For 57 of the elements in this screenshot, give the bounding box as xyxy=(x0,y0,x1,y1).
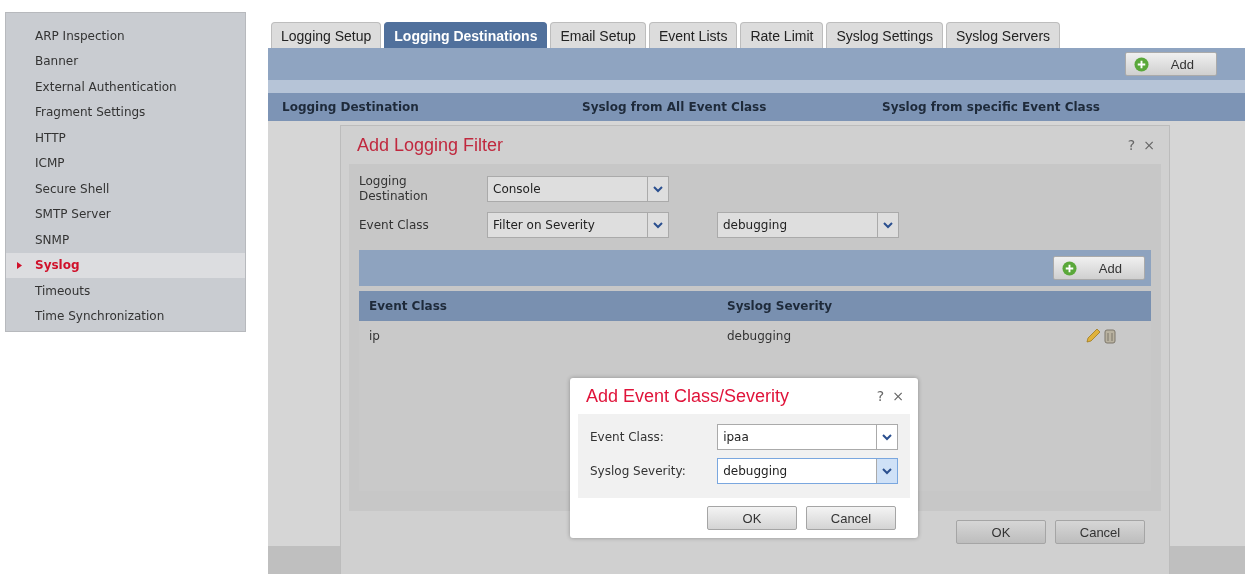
tab[interactable]: Syslog Settings xyxy=(826,22,943,48)
dropdown[interactable]: Console xyxy=(487,176,669,202)
dialog-title: Add Event Class/Severity xyxy=(586,385,791,407)
column-header: Logging Destination xyxy=(281,100,420,114)
help-button[interactable]: ? xyxy=(876,388,885,404)
plus-circle-icon xyxy=(1133,56,1149,72)
sidebar-item[interactable]: SNMP xyxy=(6,227,245,253)
sidebar-item[interactable]: Fragment Settings xyxy=(6,99,245,125)
dialog-button[interactable]: OK xyxy=(956,520,1046,544)
chevron-down-icon xyxy=(883,221,893,229)
add-button[interactable]: Add xyxy=(1124,52,1217,76)
dialog-button[interactable]: Cancel xyxy=(1055,520,1145,544)
dialog-title: Add Logging Filter xyxy=(357,134,505,156)
tab[interactable]: Logging Destinations xyxy=(384,22,548,48)
sidebar-item[interactable]: HTTP xyxy=(6,125,245,151)
pencil-icon[interactable] xyxy=(1085,328,1101,344)
table-cell-text: ip xyxy=(368,329,381,343)
chevron-down-icon xyxy=(653,221,663,229)
tab[interactable]: Syslog Servers xyxy=(945,22,1061,48)
plus-circle-icon xyxy=(1061,260,1077,276)
sidebar-item[interactable]: Time Synchronization xyxy=(6,303,245,329)
tab[interactable]: Event Lists xyxy=(648,22,738,48)
column-header: Event Class xyxy=(368,299,448,313)
sidebar-item[interactable]: Banner xyxy=(6,48,245,74)
chevron-down-icon xyxy=(653,185,663,193)
close-button[interactable]: × xyxy=(892,388,904,404)
field-label: Event Class xyxy=(359,217,430,233)
dialog-button[interactable]: Cancel xyxy=(806,506,896,530)
dropdown[interactable]: ipaa xyxy=(717,424,898,450)
field-label: Event Class: xyxy=(590,429,665,445)
column-header: Syslog from specific Event Class xyxy=(881,100,1101,114)
field-label: Logging Destination xyxy=(359,174,429,204)
add-button[interactable]: Add xyxy=(1052,256,1145,280)
sidebar-item[interactable]: Secure Shell xyxy=(6,176,245,202)
chevron-down-icon xyxy=(882,433,892,441)
chevron-down-icon xyxy=(882,467,892,475)
sidebar-item[interactable]: Syslog xyxy=(6,252,245,278)
close-button[interactable]: × xyxy=(1143,137,1155,153)
dropdown[interactable]: debugging xyxy=(717,458,898,484)
sidebar-item[interactable]: ICMP xyxy=(6,150,245,176)
triangle-right-icon xyxy=(17,261,22,269)
sidebar-item[interactable]: SMTP Server xyxy=(6,201,245,227)
tab[interactable]: Email Setup xyxy=(550,22,646,48)
table-cell-text: debugging xyxy=(726,329,792,343)
sidebar-item[interactable]: ARP Inspection xyxy=(6,23,245,49)
dialog-button[interactable]: OK xyxy=(707,506,797,530)
column-header: Syslog Severity xyxy=(726,299,834,313)
field-label: Syslog Severity: xyxy=(590,463,687,479)
dropdown[interactable]: debugging xyxy=(717,212,899,238)
help-button[interactable]: ? xyxy=(1127,137,1136,153)
dropdown[interactable]: Filter on Severity xyxy=(487,212,669,238)
sidebar-item[interactable]: Timeouts xyxy=(6,278,245,304)
column-header: Syslog from All Event Class xyxy=(581,100,768,114)
trash-icon[interactable] xyxy=(1104,328,1116,344)
tab[interactable]: Rate Limit xyxy=(740,22,824,48)
sidebar-item[interactable]: External Authentication xyxy=(6,74,245,100)
tab[interactable]: Logging Setup xyxy=(271,22,382,48)
